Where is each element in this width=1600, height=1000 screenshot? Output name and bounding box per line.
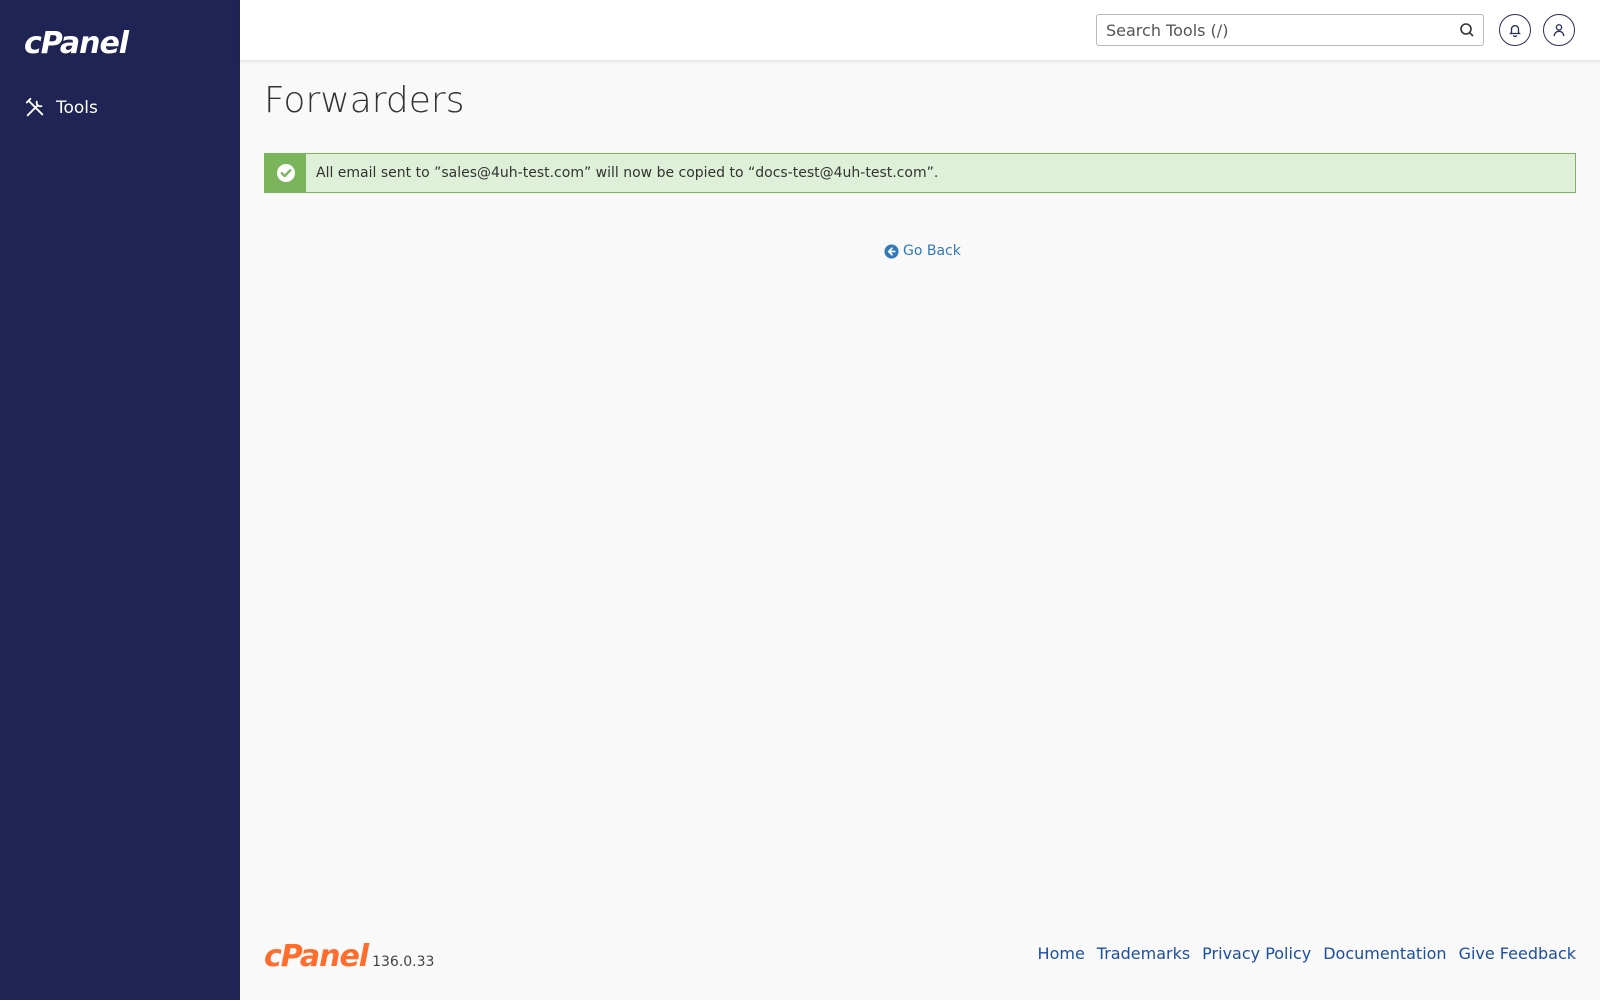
check-circle-icon [276,163,296,183]
footer-link-documentation[interactable]: Documentation [1323,944,1446,963]
cpanel-logo[interactable]: cPanel [24,26,129,61]
go-back-label: Go Back [903,243,961,259]
footer-link-trademarks[interactable]: Trademarks [1097,944,1190,963]
user-menu-button[interactable] [1543,14,1575,46]
search-icon[interactable] [1459,22,1475,38]
alert-message: All email sent to ”sales@4uh-test.com” w… [316,165,939,181]
notifications-button[interactable] [1499,14,1531,46]
footer-branding: cPanel 136.0.33 [264,942,434,972]
tools-icon [24,97,46,119]
sidebar-item-label: Tools [56,98,98,118]
footer-links: Home Trademarks Privacy Policy Documenta… [1026,944,1576,963]
footer-link-give-feedback[interactable]: Give Feedback [1459,944,1576,963]
page-title: Forwarders [264,80,465,121]
search-input[interactable] [1097,15,1447,45]
sidebar-item-tools[interactable]: Tools [18,88,222,128]
arrow-left-circle-icon [884,243,899,259]
footer-cpanel-logo[interactable]: cPanel [264,942,369,972]
alert-icon-container [265,154,306,192]
sidebar: cPanel Tools [0,0,240,1000]
success-alert: All email sent to ”sales@4uh-test.com” w… [264,153,1576,193]
search-box [1096,14,1484,46]
footer-link-home[interactable]: Home [1038,944,1085,963]
footer-link-privacy-policy[interactable]: Privacy Policy [1202,944,1311,963]
go-back-link[interactable]: Go Back [884,243,961,259]
app: cPanel Tools Search Tools (/) Forwarders… [0,0,1600,1000]
version-number: 136.0.33 [372,954,435,970]
user-icon [1552,23,1566,37]
bell-icon [1508,23,1522,37]
top-header [240,0,1600,60]
